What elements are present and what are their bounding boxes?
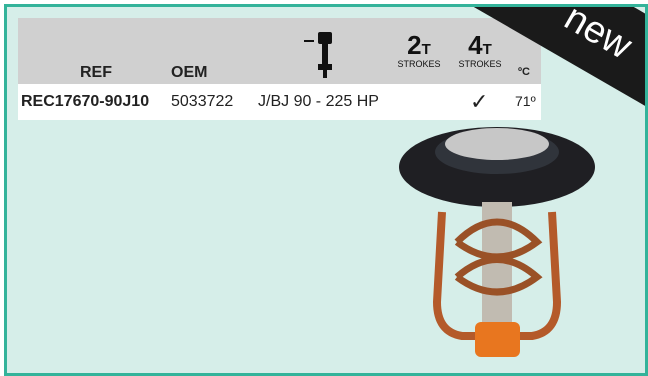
four-stroke-header: 4T STROKES [458, 30, 502, 69]
product-row: REC17670-90J10 5033722 J/BJ 90 - 225 HP … [18, 84, 541, 120]
oem-column-header: OEM [171, 64, 208, 81]
outboard-motor-icon [304, 30, 336, 85]
thermostat-image [397, 122, 597, 372]
ref-value: REC17670-90J10 [21, 93, 150, 110]
ref-column-header: REF [80, 64, 112, 81]
product-card: REF OEM 2T STROKES 4T STROKES ºC REC1767… [4, 4, 648, 376]
two-stroke-header: 2T STROKES [397, 30, 441, 69]
temperature-value: 71º [515, 93, 536, 109]
oem-value: 5033722 [171, 93, 234, 110]
four-stroke-check-icon: ✓ [470, 89, 489, 114]
temperature-column-header: ºC [518, 66, 530, 78]
application-value: J/BJ 90 - 225 HP [258, 93, 379, 110]
table-header: REF OEM 2T STROKES 4T STROKES ºC [18, 18, 541, 84]
